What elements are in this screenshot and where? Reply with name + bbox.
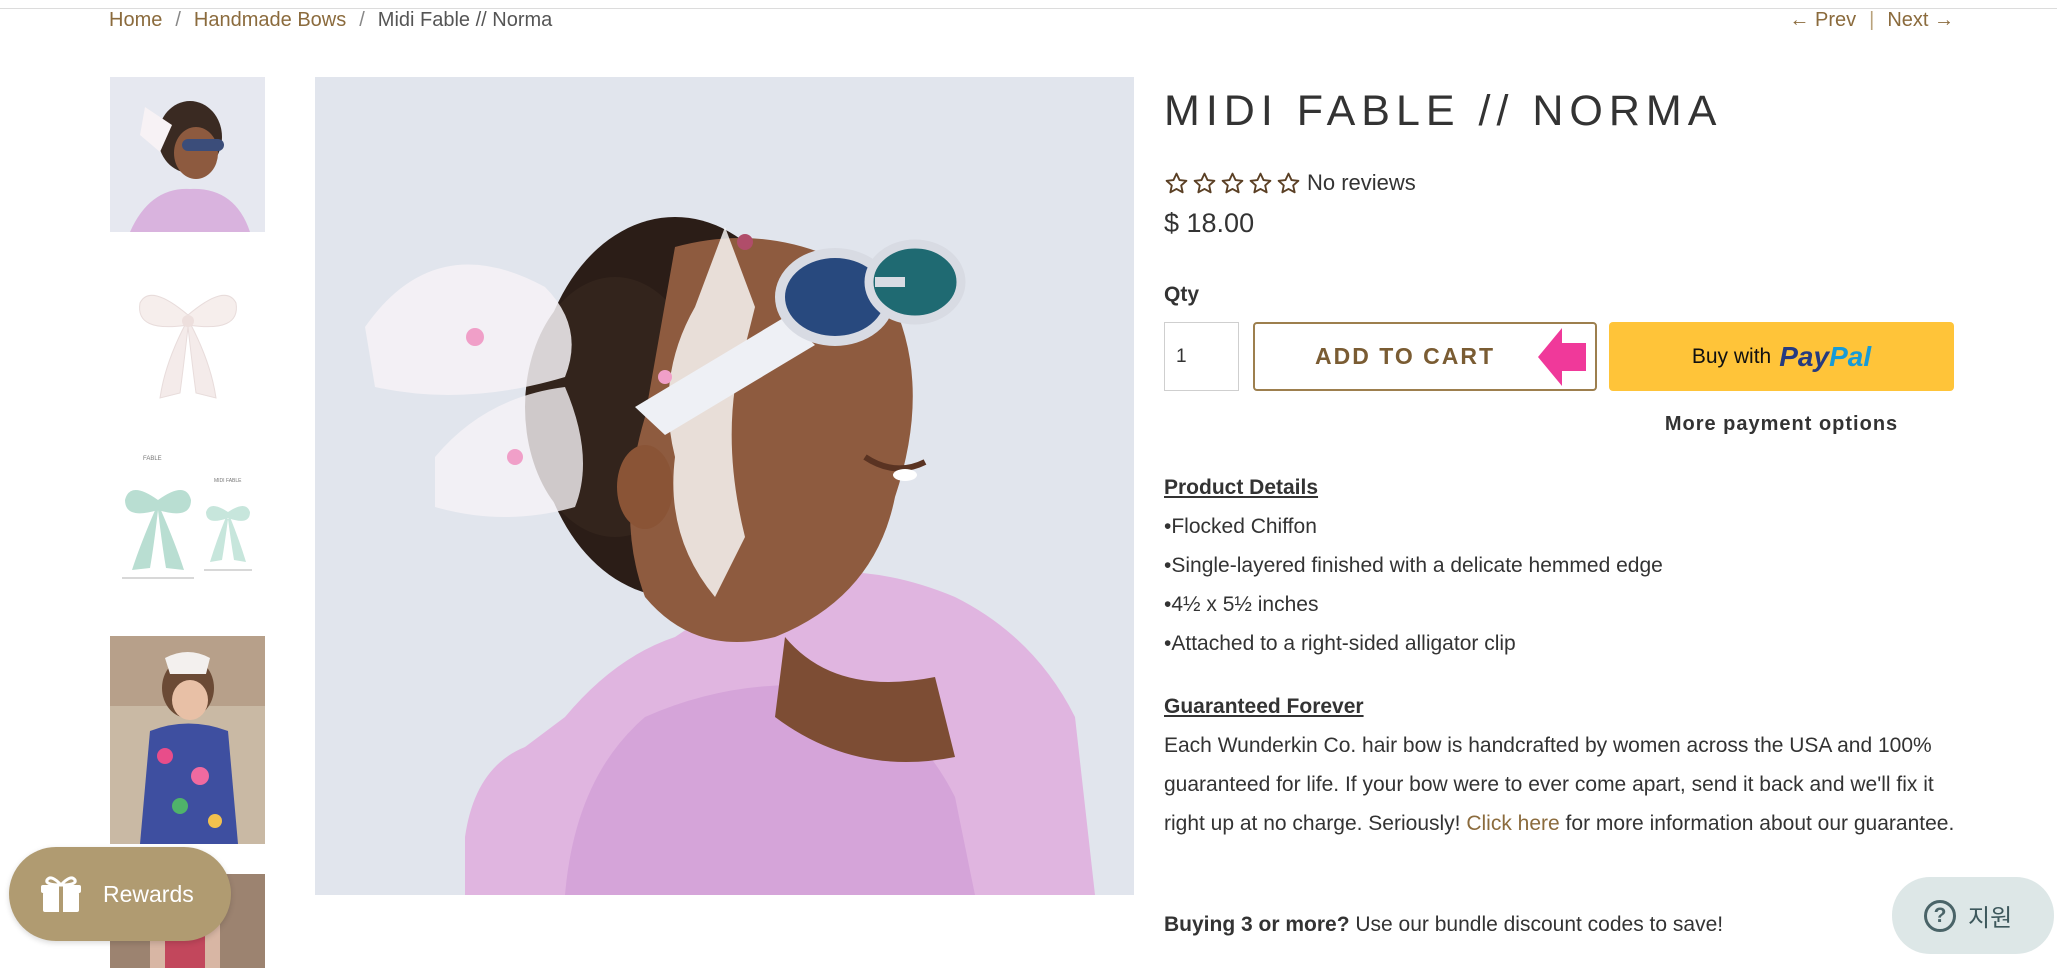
breadcrumb-home[interactable]: Home xyxy=(109,9,162,31)
pink-arrow-annotation xyxy=(1538,326,1586,388)
reviews-count: No reviews xyxy=(1307,170,1416,195)
paypal-buy-with-label: Buy with xyxy=(1691,344,1772,368)
pager-divider: | xyxy=(1869,9,1875,31)
product-price: $ 18.00 xyxy=(1164,208,1255,238)
breadcrumb-separator: / xyxy=(359,9,365,31)
main-product-image[interactable] xyxy=(315,77,1134,895)
paypal-logo: PayPal xyxy=(1779,340,1872,372)
star-outline-icon xyxy=(1248,171,1273,196)
rewards-label: Rewards xyxy=(103,880,194,907)
thumbnail-size-diagram[interactable]: FABLE MIDI FABLE xyxy=(110,450,265,605)
prev-link[interactable]: ← Prev xyxy=(1789,9,1856,31)
product-title: MIDI FABLE // NORMA xyxy=(1164,87,1723,135)
paypal-button[interactable]: Buy with PayPal xyxy=(1609,322,1954,391)
guarantee-text-after: for more information about our guarantee… xyxy=(1559,812,1955,835)
bundle-discount-note: Buying 3 or more? Use our bundle discoun… xyxy=(1164,905,1964,944)
detail-bullet: •Flocked Chiffon xyxy=(1164,515,1317,538)
breadcrumb: Home / Handmade Bows / Midi Fable // Norma xyxy=(109,7,552,33)
bundle-bold-text: Buying 3 or more? xyxy=(1164,913,1350,936)
star-outline-icon xyxy=(1164,171,1189,196)
qty-label: Qty xyxy=(1164,283,1200,306)
detail-bullet: •Attached to a right-sided alligator cli… xyxy=(1164,632,1516,655)
diagram-left-title: FABLE xyxy=(143,456,162,462)
thumbnail-toddler-floral-dress[interactable] xyxy=(110,636,265,844)
guarantee-paragraph: Each Wunderkin Co. hair bow is handcraft… xyxy=(1164,726,1962,843)
guarantee-click-here-link[interactable]: Click here xyxy=(1466,812,1559,835)
qty-input[interactable] xyxy=(1164,322,1239,391)
product-pager: ← Prev | Next → xyxy=(1789,7,1954,33)
detail-bullet: •Single-layered finished with a delicate… xyxy=(1164,554,1663,577)
detail-bullet: •4½ x 5½ inches xyxy=(1164,593,1319,616)
more-payment-options-link[interactable]: More payment options xyxy=(1609,413,1954,436)
breadcrumb-current: Midi Fable // Norma xyxy=(377,9,553,31)
next-link[interactable]: Next → xyxy=(1887,9,1954,31)
diagram-right-title: MIDI FABLE xyxy=(214,478,242,484)
thumbnail-white-bow[interactable] xyxy=(110,263,265,418)
thumbnail-gallery: FABLE MIDI FABLE xyxy=(110,77,265,968)
bundle-text: Use our bundle discount codes to save! xyxy=(1349,913,1724,936)
thumbnail-photo-girl-sunglasses[interactable] xyxy=(110,77,265,232)
star-outline-icon xyxy=(1220,171,1245,196)
support-label: 지원 xyxy=(1968,904,2013,932)
guarantee-heading: Guaranteed Forever xyxy=(1164,695,1364,718)
gift-icon xyxy=(41,876,81,912)
rewards-launcher-button[interactable]: Rewards xyxy=(9,847,231,941)
breadcrumb-handmade-bows[interactable]: Handmade Bows xyxy=(194,9,346,31)
star-outline-icon xyxy=(1276,171,1301,196)
product-details-heading: Product Details xyxy=(1164,476,1319,499)
breadcrumb-separator: / xyxy=(175,9,181,31)
support-launcher-button[interactable]: ? 지원 xyxy=(1892,877,2054,954)
star-outline-icon xyxy=(1192,171,1217,196)
help-circle-icon: ? xyxy=(1924,899,1956,932)
rating-summary[interactable]: No reviews xyxy=(1164,168,1416,198)
